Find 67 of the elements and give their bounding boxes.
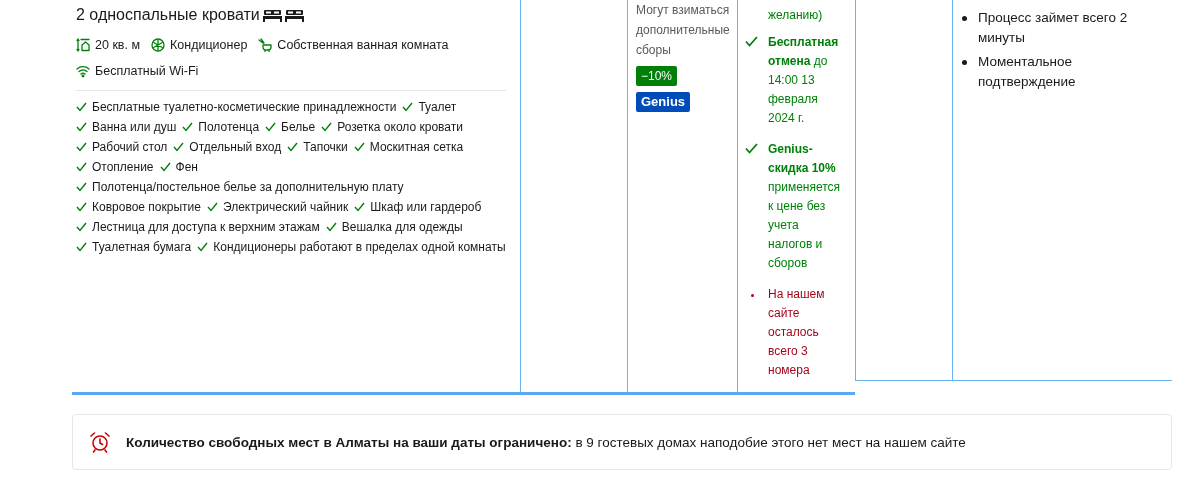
alarm-clock-icon [89,431,111,453]
check-icon [197,242,209,252]
condition-text: Бесплатная отмена до 14:00 13 февраля 2024 г. [768,34,840,127]
check-icon [354,202,366,212]
facility-item: Лестница для доступа к верхним этажам [92,220,320,234]
condition-text: желанию) [768,7,823,24]
facility-item: Вешалка для одежды [341,220,463,234]
check-icon [325,222,337,232]
discount-badge: −10% [636,66,678,86]
check-icon [353,142,365,152]
facility-item: Тапочки [303,140,348,154]
check-icon [76,162,87,172]
facility-item: Полотенца/постельное белье за дополнительную плату [92,180,404,194]
check-icon [745,36,758,47]
facility-item: Розетка около кровати [337,120,463,134]
facility-item: Полотенца [198,120,260,134]
facility-item: Белье [281,120,316,134]
ruler-house-icon [76,38,90,52]
room-highlight: 20 кв. м [95,38,141,52]
check-icon [76,202,87,212]
condition-text: На нашем сайте осталось всего 3 номера [768,286,826,379]
facility-item: Электрический чайник [222,200,349,214]
bed-type-text: 2 односпальные кровати [76,6,260,24]
facility-item: Туалетная бумага [92,240,192,254]
bullet-icon [962,16,967,21]
check-icon [159,162,171,172]
check-icon [321,122,333,132]
check-icon [206,202,218,212]
facility-item: Фен [175,160,198,174]
check-icon [76,222,87,232]
condition-text: Genius-скидка 10% применяется к цене без учета налогов и сборов [768,141,841,272]
check-icon [76,102,87,112]
facility-item: Ковровое покрытие [92,200,201,214]
benefit-text: Моментальное подтверждение [978,53,1077,91]
room-highlight: Кондиционер [170,38,248,52]
room-highlight: Собственная ванная комната [277,38,449,52]
availability-message: Количество свободных мест в Алматы на ваши даты ограничено: в 9 гостевых домах наподобие этого нет мест на нашем сайте [126,434,966,450]
snowflake-icon [151,38,166,52]
check-icon [76,122,87,132]
bed-icon [262,8,282,22]
facility-item: Ванна или душ [92,120,177,134]
facility-item: Шкаф или гардероб [370,200,482,214]
check-icon [182,122,194,132]
facility-item: Отдельный вход [189,140,282,154]
check-icon [76,242,87,252]
check-icon [402,102,414,112]
genius-badge: Genius [636,92,691,112]
bullet-icon [751,294,754,297]
check-icon [76,182,87,192]
bed-icon [284,8,304,22]
facility-item: Отопление [92,160,154,174]
facility-item: Туалет [418,100,457,114]
check-icon [76,142,87,152]
room-highlight: Бесплатный Wi-Fi [95,64,199,78]
check-icon [173,142,185,152]
bullet-icon [962,60,967,65]
shower-icon [258,38,273,52]
facility-item: Рабочий стол [92,140,168,154]
check-icon [745,143,758,154]
check-icon [287,142,299,152]
benefit-text: Процесс займет всего 2 минуты [978,9,1129,47]
fees-note: Могут взиматься дополнительные сборы [636,2,730,59]
check-icon [265,122,277,132]
wifi-icon [76,64,90,78]
facility-item: Москитная сетка [369,140,464,154]
facility-item: Кондиционеры работают в пределах одной комнаты [213,240,506,254]
facility-item: Бесплатные туалетно-косметические принадлежности [92,100,397,114]
